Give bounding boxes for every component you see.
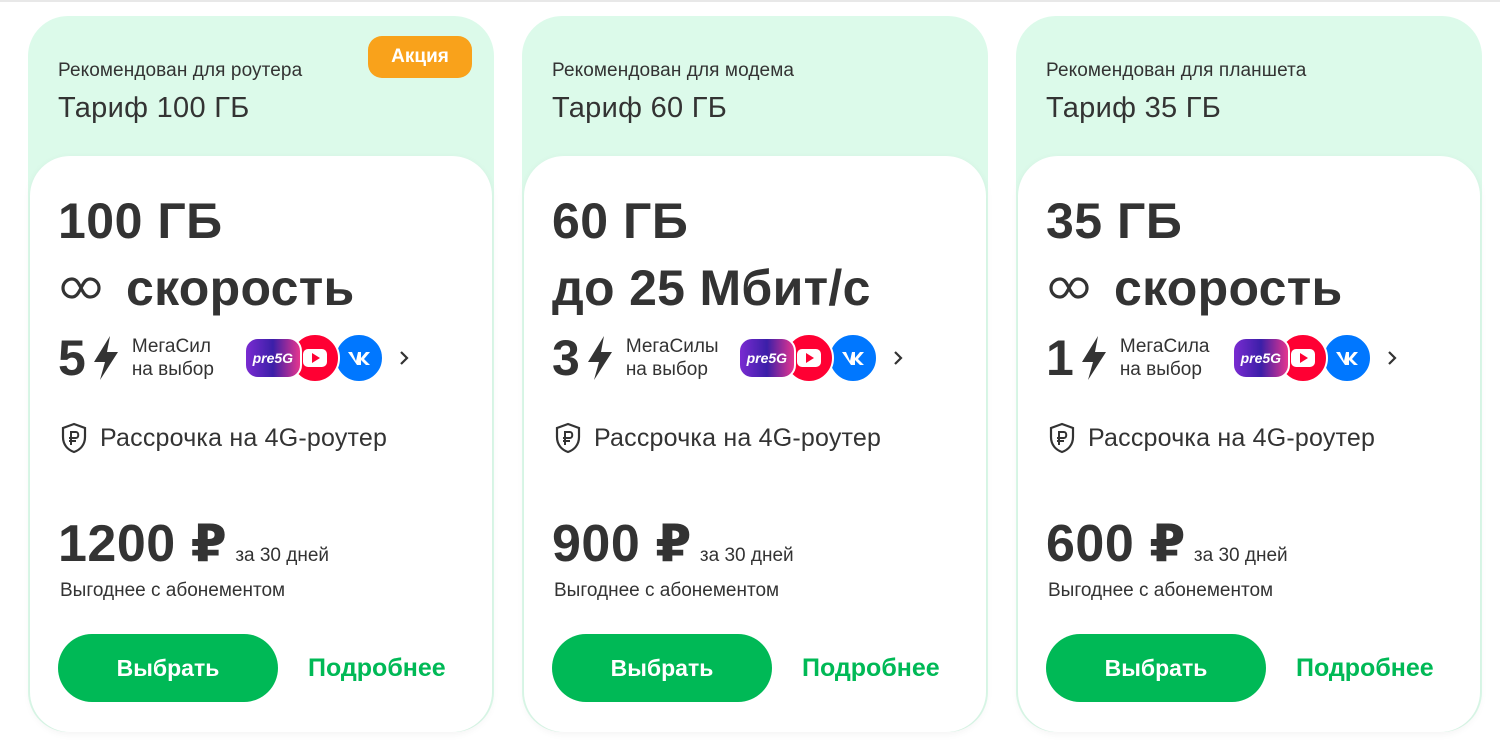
megapower-row[interactable]: 3 МегаСилы на выбор pre5G xyxy=(552,328,972,388)
infinity-icon xyxy=(1049,277,1089,299)
tariff-card-35gb: Рекомендован для планшета Тариф 35 ГБ 35… xyxy=(1016,16,1482,732)
tariff-card-100gb: Рекомендован для роутера Тариф 100 ГБ Ак… xyxy=(28,16,494,732)
speed-value: скорость xyxy=(126,260,355,316)
select-button[interactable]: Выбрать xyxy=(1046,634,1266,702)
installment-row: Рассрочка на 4G-роутер xyxy=(554,422,881,454)
data-volume: 60 ГБ xyxy=(552,193,689,249)
price-row: 600 ₽ за 30 дней xyxy=(1046,514,1288,574)
app-icons: pre5G xyxy=(737,331,888,385)
infinity-icon xyxy=(61,277,101,299)
megapower-row[interactable]: 5 МегаСил на выбор pre5G xyxy=(58,328,478,388)
top-divider xyxy=(0,0,1500,2)
ruble-shield-icon xyxy=(1049,422,1075,454)
speed-row: до 25 Мбит/с xyxy=(552,258,871,318)
installment-text: Рассрочка на 4G-роутер xyxy=(594,423,882,452)
price-period: за 30 дней xyxy=(235,545,330,566)
more-link[interactable]: Подробнее xyxy=(802,654,940,683)
recommended-label: Рекомендован для роутера xyxy=(58,60,303,81)
subscription-note: Выгоднее с абонементом xyxy=(554,580,780,601)
installment-text: Рассрочка на 4G-роутер xyxy=(100,423,388,452)
pre5g-icon: pre5G xyxy=(737,337,796,379)
more-link[interactable]: Подробнее xyxy=(308,654,446,683)
chevron-right-icon[interactable] xyxy=(892,349,904,367)
ruble-shield-icon xyxy=(555,422,581,454)
subscription-note: Выгоднее с абонементом xyxy=(60,580,286,601)
chevron-right-icon[interactable] xyxy=(398,349,410,367)
price: 900 ₽ xyxy=(552,515,692,573)
tariff-title: Тариф 100 ГБ xyxy=(58,92,250,124)
app-icons: pre5G xyxy=(1231,331,1382,385)
tariff-title: Тариф 35 ГБ xyxy=(1046,92,1222,124)
megapower-label: МегаСила на выбор xyxy=(1119,336,1210,380)
subscription-note: Выгоднее с абонементом xyxy=(1048,580,1274,601)
vk-icon xyxy=(333,333,384,383)
tariff-details: 100 ГБ скорость 5 МегаСил на выбор pre5G xyxy=(30,156,492,732)
speed-value: скорость xyxy=(1114,260,1343,316)
tariff-card-60gb: Рекомендован для модема Тариф 60 ГБ 60 Г… xyxy=(522,16,988,732)
vk-icon xyxy=(827,333,878,383)
app-icons: pre5G xyxy=(243,331,394,385)
installment-text: Рассрочка на 4G-роутер xyxy=(1088,423,1376,452)
chevron-right-icon[interactable] xyxy=(1386,349,1398,367)
select-button[interactable]: Выбрать xyxy=(58,634,278,702)
megapower-count: 3 xyxy=(552,330,580,386)
lightning-icon xyxy=(587,336,612,380)
megapower-row[interactable]: 1 МегаСила на выбор pre5G xyxy=(1046,328,1466,388)
price: 1200 ₽ xyxy=(58,515,228,573)
lightning-icon xyxy=(1081,336,1106,380)
megapower-count: 5 xyxy=(58,330,86,386)
tariff-details: 60 ГБ до 25 Мбит/с 3 МегаСилы на выбор p… xyxy=(524,156,986,732)
recommended-label: Рекомендован для модема xyxy=(552,60,795,81)
price: 600 ₽ xyxy=(1046,515,1186,573)
megapower-count: 1 xyxy=(1046,330,1074,386)
speed-row: скорость xyxy=(1046,258,1343,318)
select-button[interactable]: Выбрать xyxy=(552,634,772,702)
promo-badge: Акция xyxy=(368,36,472,78)
vk-icon xyxy=(1321,333,1372,383)
tariff-details: 35 ГБ скорость 1 МегаСила на выбор pre5G xyxy=(1018,156,1480,732)
tariff-cards: Рекомендован для роутера Тариф 100 ГБ Ак… xyxy=(28,16,1488,736)
installment-row: Рассрочка на 4G-роутер xyxy=(60,422,387,454)
megapower-label: МегаСилы на выбор xyxy=(625,336,719,380)
price-row: 1200 ₽ за 30 дней xyxy=(58,514,329,574)
pre5g-icon: pre5G xyxy=(243,337,302,379)
speed-value: до 25 Мбит/с xyxy=(552,260,871,316)
price-row: 900 ₽ за 30 дней xyxy=(552,514,794,574)
data-volume: 35 ГБ xyxy=(1046,193,1183,249)
price-period: за 30 дней xyxy=(699,545,794,566)
more-link[interactable]: Подробнее xyxy=(1296,654,1434,683)
lightning-icon xyxy=(93,336,118,380)
installment-row: Рассрочка на 4G-роутер xyxy=(1048,422,1375,454)
price-period: за 30 дней xyxy=(1193,545,1288,566)
tariff-title: Тариф 60 ГБ xyxy=(552,92,728,124)
data-volume: 100 ГБ xyxy=(58,193,223,249)
pre5g-icon: pre5G xyxy=(1231,337,1290,379)
ruble-shield-icon xyxy=(61,422,87,454)
speed-row: скорость xyxy=(58,258,355,318)
megapower-label: МегаСил на выбор xyxy=(131,336,214,380)
recommended-label: Рекомендован для планшета xyxy=(1046,60,1307,81)
